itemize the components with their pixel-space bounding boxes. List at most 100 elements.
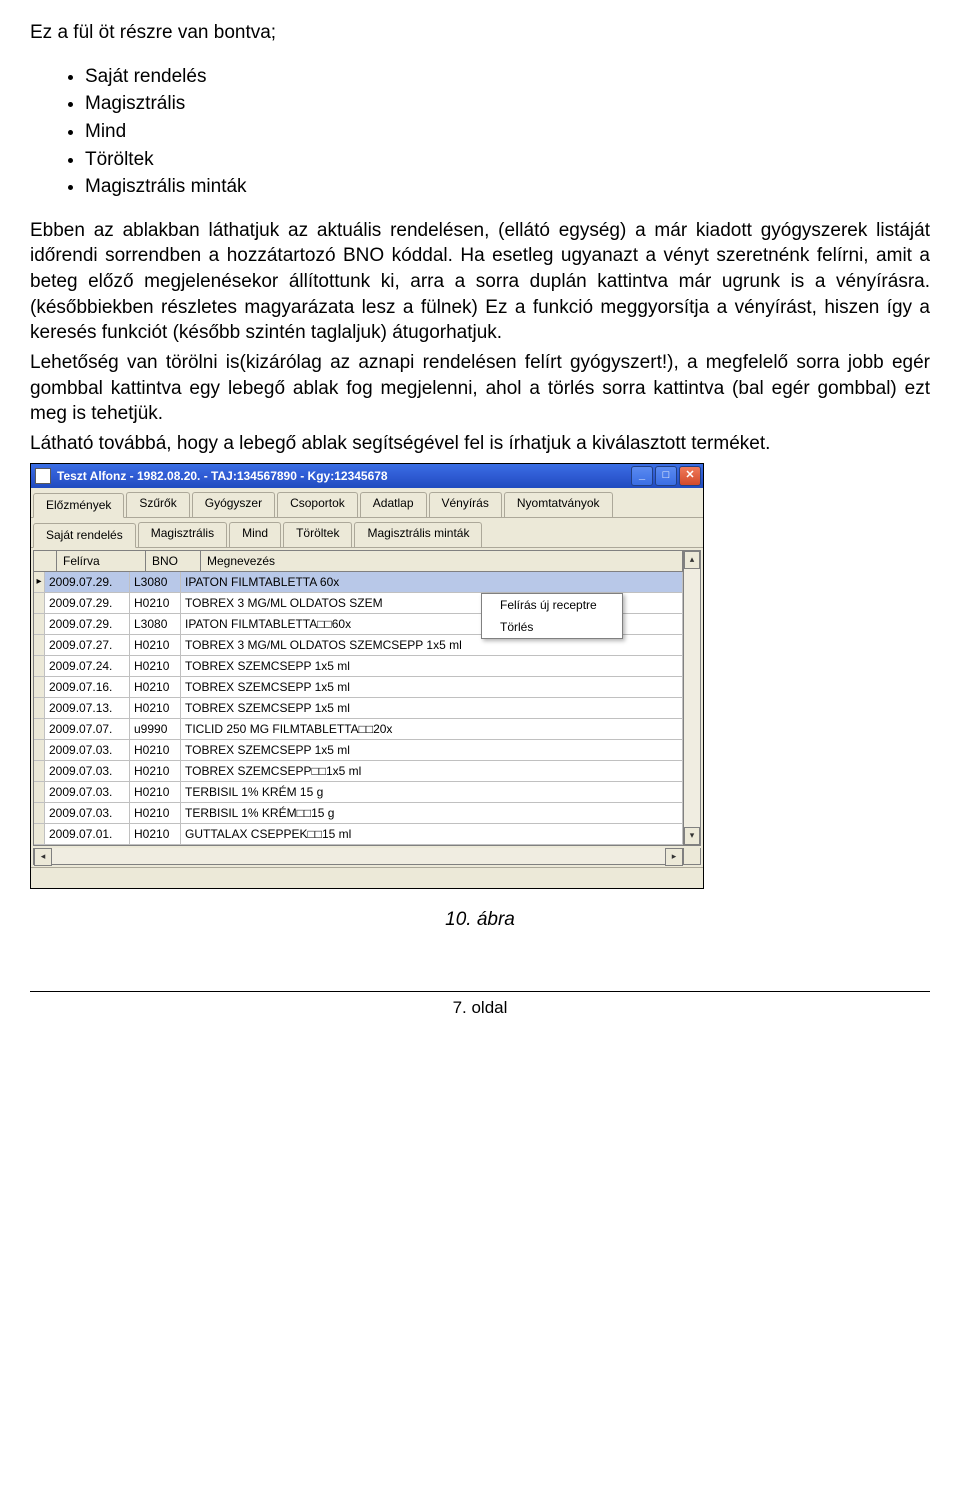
window-title: Teszt Alfonz - 1982.08.20. - TAJ:1345678…	[57, 469, 631, 483]
app-screenshot: Teszt Alfonz - 1982.08.20. - TAJ:1345678…	[30, 463, 704, 889]
tab-row-1: Előzmények Szűrők Gyógyszer Csoportok Ad…	[31, 488, 703, 518]
tab-adatlap[interactable]: Adatlap	[360, 492, 427, 517]
table-row[interactable]: 2009.07.16.H0210TOBREX SZEMCSEPP 1x5 ml	[34, 677, 683, 698]
list-item: Magisztrális minták	[85, 174, 930, 200]
list-item: Töröltek	[85, 147, 930, 173]
row-marker	[34, 782, 45, 802]
cell-felirva: 2009.07.24.	[45, 656, 130, 676]
cell-felirva: 2009.07.16.	[45, 677, 130, 697]
tab-csoportok[interactable]: Csoportok	[277, 492, 358, 517]
paragraph-3: Látható továbbá, hogy a lebegő ablak seg…	[30, 431, 930, 457]
table-row[interactable]: 2009.07.03.H0210TERBISIL 1% KRÉM□□15 g	[34, 803, 683, 824]
scroll-down-button[interactable]: ▾	[684, 827, 700, 845]
row-marker	[34, 740, 45, 760]
cell-bno: u9990	[130, 719, 181, 739]
tab-mind[interactable]: Mind	[229, 522, 281, 547]
col-header-megnevezes[interactable]: Megnevezés	[201, 551, 683, 571]
tab-elozmenyek[interactable]: Előzmények	[33, 493, 124, 518]
row-marker	[34, 572, 45, 592]
data-grid: Felírva BNO Megnevezés 2009.07.29.L3080I…	[33, 550, 701, 846]
cell-megnevezes: TOBREX SZEMCSEPP□□1x5 ml	[181, 761, 683, 781]
tab-nyomtatvanyok[interactable]: Nyomtatványok	[504, 492, 613, 517]
table-row[interactable]: 2009.07.29.H0210TOBREX 3 MG/ML OLDATOS S…	[34, 593, 683, 614]
titlebar: Teszt Alfonz - 1982.08.20. - TAJ:1345678…	[31, 464, 703, 488]
row-marker	[34, 614, 45, 634]
cell-bno: H0210	[130, 593, 181, 613]
ctx-torles[interactable]: Törlés	[482, 616, 622, 638]
row-marker	[34, 761, 45, 781]
tab-row-2: Saját rendelés Magisztrális Mind Törölte…	[31, 518, 703, 548]
app-icon	[35, 468, 51, 484]
scroll-track[interactable]	[684, 569, 700, 827]
scroll-up-button[interactable]: ▴	[684, 551, 700, 569]
cell-megnevezes: TOBREX SZEMCSEPP 1x5 ml	[181, 677, 683, 697]
cell-felirva: 2009.07.29.	[45, 572, 130, 592]
ctx-feliras-uj-receptre[interactable]: Felírás új receptre	[482, 594, 622, 616]
cell-felirva: 2009.07.13.	[45, 698, 130, 718]
table-row[interactable]: 2009.07.01.H0210GUTTALAX CSEPPEK□□15 ml	[34, 824, 683, 845]
cell-felirva: 2009.07.01.	[45, 824, 130, 844]
scroll-corner	[683, 848, 700, 864]
row-marker	[34, 635, 45, 655]
cell-bno: H0210	[130, 824, 181, 844]
tab-toroltek[interactable]: Töröltek	[283, 522, 352, 547]
cell-megnevezes: TOBREX SZEMCSEPP 1x5 ml	[181, 656, 683, 676]
row-marker	[34, 719, 45, 739]
tab-venyiras[interactable]: Vényírás	[429, 492, 502, 517]
row-marker	[34, 677, 45, 697]
cell-bno: H0210	[130, 698, 181, 718]
horizontal-scrollbar[interactable]: ◂ ▸	[33, 848, 701, 865]
row-marker	[34, 824, 45, 844]
cell-felirva: 2009.07.27.	[45, 635, 130, 655]
col-header-felirva[interactable]: Felírva	[57, 551, 146, 571]
cell-bno: H0210	[130, 677, 181, 697]
table-row[interactable]: 2009.07.03.H0210TOBREX SZEMCSEPP□□1x5 ml	[34, 761, 683, 782]
bullet-list: Saját rendelés Magisztrális Mind Törölte…	[30, 64, 930, 200]
paragraph-1: Ebben az ablakban láthatjuk az aktuális …	[30, 218, 930, 346]
cell-bno: H0210	[130, 782, 181, 802]
scroll-left-button[interactable]: ◂	[34, 848, 52, 866]
table-row[interactable]: 2009.07.29.L3080IPATON FILMTABLETTA 60x	[34, 572, 683, 593]
list-item: Mind	[85, 119, 930, 145]
page-footer: 7. oldal	[30, 991, 930, 1018]
cell-megnevezes: TERBISIL 1% KRÉM□□15 g	[181, 803, 683, 823]
figure-caption: 10. ábra	[30, 909, 930, 931]
close-button[interactable]: ✕	[679, 466, 701, 486]
tab-magisztralis-mintak[interactable]: Magisztrális minták	[354, 522, 482, 547]
table-row[interactable]: 2009.07.03.H0210TERBISIL 1% KRÉM 15 g	[34, 782, 683, 803]
tab-szurok[interactable]: Szűrők	[126, 492, 189, 517]
grid-body: 2009.07.29.L3080IPATON FILMTABLETTA 60x2…	[34, 572, 683, 845]
table-row[interactable]: 2009.07.13.H0210TOBREX SZEMCSEPP 1x5 ml	[34, 698, 683, 719]
row-marker	[34, 803, 45, 823]
vertical-scrollbar[interactable]: ▴ ▾	[683, 551, 700, 845]
tab-magisztralis[interactable]: Magisztrális	[138, 522, 227, 547]
cell-bno: L3080	[130, 572, 181, 592]
paragraph-2: Lehetőség van törölni is(kizárólag az az…	[30, 350, 930, 427]
cell-megnevezes: IPATON FILMTABLETTA 60x	[181, 572, 683, 592]
table-row[interactable]: 2009.07.24.H0210TOBREX SZEMCSEPP 1x5 ml	[34, 656, 683, 677]
tab-gyogyszer[interactable]: Gyógyszer	[192, 492, 275, 517]
table-row[interactable]: 2009.07.07.u9990TICLID 250 MG FILMTABLET…	[34, 719, 683, 740]
cell-bno: H0210	[130, 740, 181, 760]
table-row[interactable]: 2009.07.03.H0210TOBREX SZEMCSEPP 1x5 ml	[34, 740, 683, 761]
row-marker	[34, 656, 45, 676]
cell-felirva: 2009.07.07.	[45, 719, 130, 739]
cell-felirva: 2009.07.03.	[45, 782, 130, 802]
scroll-right-button[interactable]: ▸	[665, 848, 683, 866]
minimize-button[interactable]: _	[631, 466, 653, 486]
cell-felirva: 2009.07.03.	[45, 803, 130, 823]
cell-felirva: 2009.07.29.	[45, 614, 130, 634]
row-marker	[34, 698, 45, 718]
cell-megnevezes: TICLID 250 MG FILMTABLETTA□□20x	[181, 719, 683, 739]
cell-bno: H0210	[130, 761, 181, 781]
col-header-bno[interactable]: BNO	[146, 551, 201, 571]
tab-sajat-rendeles[interactable]: Saját rendelés	[33, 523, 136, 548]
grid-header: Felírva BNO Megnevezés	[34, 551, 683, 572]
intro-text: Ez a fül öt részre van bontva;	[30, 20, 930, 46]
cell-megnevezes: GUTTALAX CSEPPEK□□15 ml	[181, 824, 683, 844]
maximize-button[interactable]: □	[655, 466, 677, 486]
cell-felirva: 2009.07.03.	[45, 740, 130, 760]
cell-felirva: 2009.07.29.	[45, 593, 130, 613]
cell-bno: H0210	[130, 803, 181, 823]
scroll-track[interactable]	[52, 848, 665, 864]
